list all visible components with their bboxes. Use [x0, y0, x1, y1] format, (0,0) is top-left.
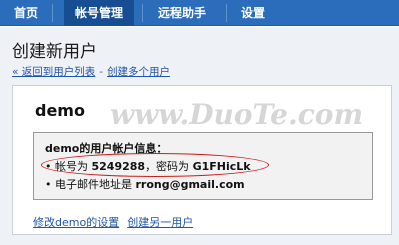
page-title: 创建新用户: [12, 42, 97, 62]
account-number: 5249288: [91, 160, 146, 173]
create-another-user-link[interactable]: 创建另一用户: [127, 216, 193, 229]
tab-divider: [142, 4, 143, 22]
link-separator: -: [99, 66, 104, 78]
edit-user-settings-link[interactable]: 修改demo的设置: [33, 216, 119, 229]
tab-home[interactable]: 首页: [0, 0, 52, 26]
email-line: • 电子邮件地址是 rrong@gmail.com: [45, 176, 245, 192]
tab-divider: [226, 4, 227, 22]
panel-action-links: 修改demo的设置 创建另一用户: [33, 214, 193, 230]
password-value: G1FHicLk: [192, 160, 251, 173]
account-info-box: demo的用户帐户信息： • 帐号为 5249288，密码为 G1FHicLk …: [33, 132, 373, 200]
main-content: 创建新用户 « 返回到用户列表 - 创建多个用户 demo demo的用户帐户信息：…: [0, 27, 399, 245]
tab-remote-assistant[interactable]: 远程助手: [146, 0, 218, 26]
link-gap: [119, 216, 127, 229]
created-username: demo: [35, 101, 85, 120]
create-multiple-users-link[interactable]: 创建多个用户: [107, 66, 170, 78]
tab-divider: [52, 4, 53, 22]
breadcrumb-links: « 返回到用户列表 - 创建多个用户: [12, 64, 170, 79]
tab-account-management[interactable]: 帐号管理: [64, 0, 134, 26]
email-value: rrong@gmail.com: [135, 178, 245, 191]
password-prefix: ，密码为: [145, 160, 193, 173]
email-prefix: • 电子邮件地址是: [45, 178, 136, 191]
account-prefix: • 帐号为: [45, 160, 92, 173]
account-credentials-line: • 帐号为 5249288，密码为 G1FHicLk: [45, 158, 251, 174]
tab-settings[interactable]: 设置: [230, 0, 276, 26]
back-to-user-list-link[interactable]: « 返回到用户列表: [12, 66, 95, 78]
user-created-panel: demo demo的用户帐户信息： • 帐号为 5249288，密码为 G1FH…: [12, 85, 392, 235]
top-navigation: 首页 帐号管理 远程助手 设置: [0, 0, 399, 26]
